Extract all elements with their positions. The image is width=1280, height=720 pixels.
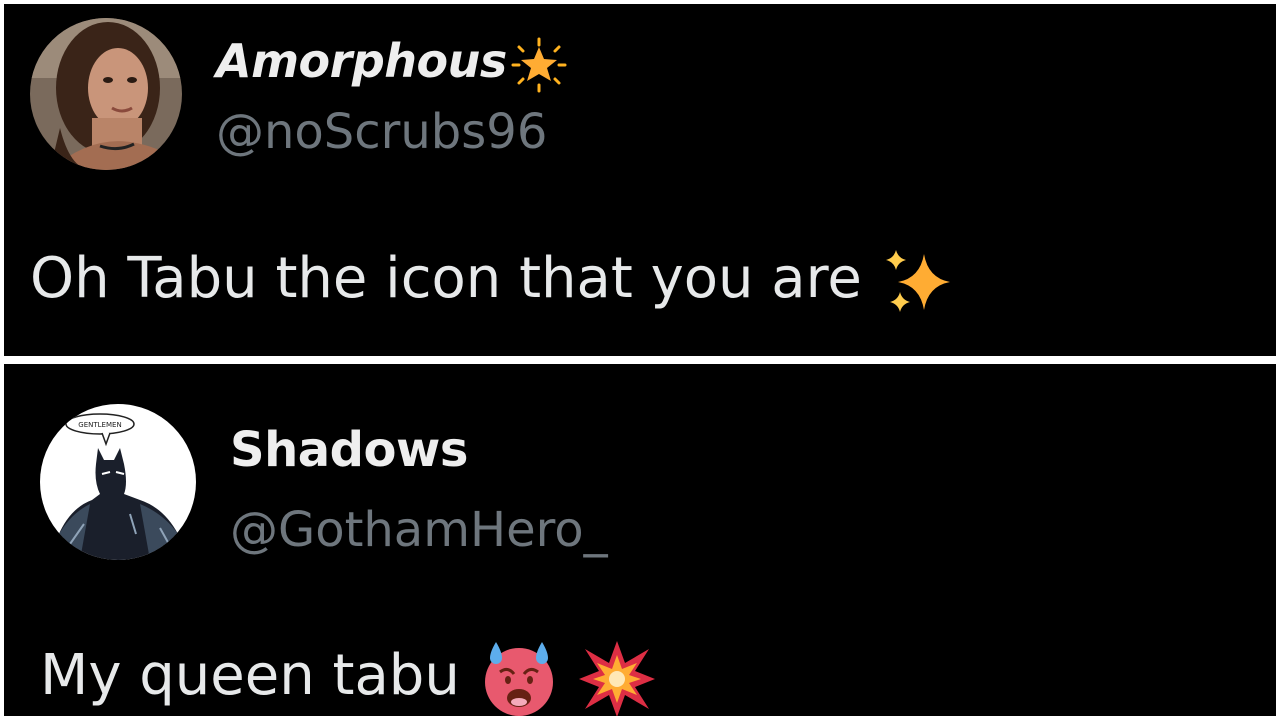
avatar[interactable]: GENTLEMEN [40,404,196,560]
profile-photo [30,18,182,170]
user-handle[interactable]: @GothamHero_ [230,502,608,558]
tweet-text: My queen tabu [40,638,657,716]
tweet-card[interactable]: GENTLEMEN Shadows @GothamHero_ My queen … [4,364,1276,716]
display-name[interactable]: Amorphous [216,34,571,93]
avatar[interactable] [30,18,182,170]
glowing-star-icon [507,37,571,93]
profile-photo: GENTLEMEN [40,404,196,560]
hot-face-sweat-icon [478,638,560,716]
avatar-caption: GENTLEMEN [78,421,121,429]
sparkles-icon [880,244,956,320]
user-handle[interactable]: @noScrubs96 [216,104,547,160]
tweet-text-content: My queen tabu [40,643,460,709]
tweet-card[interactable]: Amorphous @noScrubs96 Oh Tabu the icon t… [4,4,1276,356]
tweet-text: Oh Tabu the icon that you are [30,244,956,320]
collision-icon [577,639,657,716]
display-name-text: Amorphous [216,34,507,88]
display-name[interactable]: Shadows [230,422,468,478]
tweet-text-content: Oh Tabu the icon that you are [30,246,862,312]
